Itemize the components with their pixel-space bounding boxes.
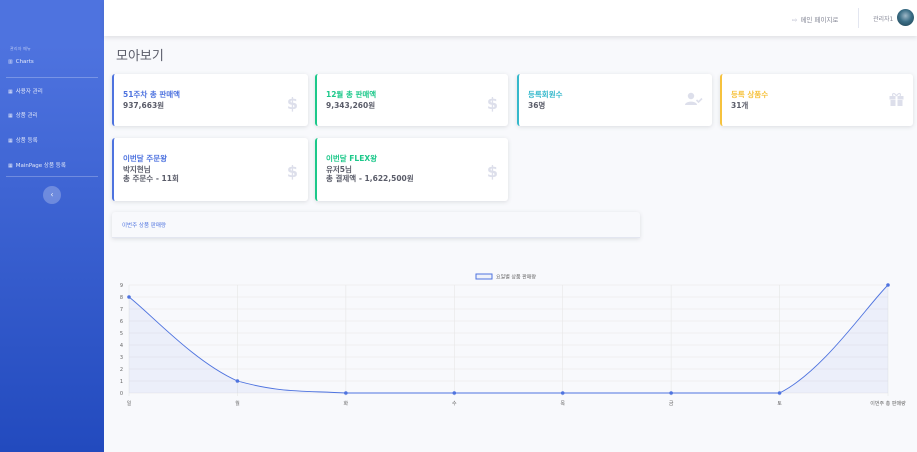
sidebar-item-product-register[interactable]: ▦ 상품 등록 [8, 136, 38, 144]
sidebar-item-label: Charts [15, 59, 34, 65]
table-icon: ▦ [8, 163, 13, 169]
card-value: 9,343,260원 [326, 101, 376, 110]
x-tick-label: 수 [452, 401, 457, 407]
data-point [777, 391, 782, 395]
main-page-link[interactable]: ⇨ 메인 페이지로 [792, 14, 838, 24]
card-label: 12월 총 판매액 [326, 90, 377, 99]
card-label: 51주차 총 판매액 [123, 90, 181, 99]
card-value: 박지현님 총 주문수 - 11회 [123, 165, 179, 183]
legend-label: 요일별 상품 판매량 [496, 274, 536, 281]
dollar-icon: $ [286, 94, 298, 113]
card-label: 이번달 주문왕 [123, 154, 168, 163]
dollar-icon: $ [486, 94, 498, 113]
sidebar-item-mainpage-register[interactable]: ▦ MainPage 상품 등록 [8, 161, 66, 169]
data-point [344, 391, 348, 395]
section-title: 이번주 상품 판매량 [122, 223, 166, 229]
chevron-left-icon: ‹ [50, 190, 54, 199]
y-tick-label: 8 [120, 295, 123, 301]
main-page-link-label: 메인 페이지로 [800, 16, 839, 24]
sidebar-heading: 관리자 메뉴 [10, 46, 31, 51]
sign-out-icon: ⇨ [792, 16, 798, 24]
x-tick-label: 일 [127, 400, 132, 407]
card-product-count: 등록 상품수 31개 [720, 74, 913, 126]
card-value: 31개 [731, 101, 749, 110]
avatar[interactable] [897, 9, 914, 26]
sidebar-item-label: 상품 등록 [15, 138, 38, 144]
sidebar-item-label: 사용자 관리 [15, 89, 43, 95]
y-tick-label: 1 [120, 379, 123, 385]
x-tick-label: 목 [560, 401, 565, 407]
x-tick-label: 월 [235, 400, 240, 407]
x-tick-label: 금 [669, 401, 674, 407]
data-point [669, 391, 673, 395]
gift-icon [889, 92, 904, 106]
card-monthly-sales: 12월 총 판매액 9,343,260원 $ [315, 74, 508, 126]
card-value: 유저5님 총 결제액 - 1,622,500원 [326, 165, 414, 183]
user-check-icon [685, 92, 703, 105]
dollar-icon: $ [286, 162, 298, 181]
card-top-spender: 이번달 FLEX왕 유저5님 총 결제액 - 1,622,500원 $ [315, 138, 508, 201]
line-chart: 0 1 2 3 4 5 6 7 8 9 일 월 화 수 목 금 토 이번주 총 판매량 요일별 상품 판매량 [120, 273, 906, 407]
sidebar-item-products[interactable]: ▦ 상품 관리 [8, 111, 38, 119]
x-tick-label: 이번주 총 판매량 [870, 400, 906, 407]
data-point [560, 391, 565, 395]
sidebar-item-label: 상품 관리 [15, 113, 38, 119]
topbar: ⇨ 메인 페이지로 관리자1 [104, 0, 917, 36]
card-weekly-sales: 51주차 총 판매액 937,663원 $ [112, 74, 308, 126]
card-value: 36명 [528, 101, 546, 110]
card-top-orderer: 이번달 주문왕 박지현님 총 주문수 - 11회 $ [112, 138, 308, 201]
data-point [235, 379, 240, 383]
sidebar-item-users[interactable]: ▦ 사용자 관리 [8, 87, 43, 95]
topbar-divider [858, 8, 859, 28]
series-line [128, 284, 889, 394]
series-area [129, 285, 888, 393]
y-tick-label: 3 [120, 355, 123, 361]
y-tick-label: 2 [120, 367, 123, 373]
card-label: 등록회원수 [528, 90, 563, 99]
y-tick-label: 6 [120, 319, 123, 325]
y-tick-label: 0 [120, 391, 123, 397]
sidebar: 관리자 메뉴 ▥ Charts ▦ 사용자 관리 ▦ 상품 관리 ▦ 상품 등록 ▦ Ma… [0, 0, 104, 452]
section-header: 이번주 상품 판매량 [112, 212, 640, 238]
sidebar-item-charts[interactable]: ▥ Charts [8, 59, 34, 65]
y-tick-label: 9 [120, 283, 123, 289]
data-point [886, 283, 890, 287]
page-title: 모아보기 [116, 49, 164, 64]
chart-icon: ▥ [8, 59, 13, 65]
sidebar-toggle-button[interactable]: ‹ [43, 186, 61, 204]
card-label: 이번달 FLEX왕 [326, 154, 378, 163]
dollar-icon: $ [486, 162, 498, 181]
sidebar-divider [6, 176, 98, 177]
table-icon: ▦ [8, 138, 13, 144]
card-value: 937,663원 [123, 101, 165, 110]
user-name[interactable]: 관리자1 [873, 14, 893, 23]
y-tick-label: 7 [120, 307, 123, 313]
data-point [452, 391, 457, 395]
card-label: 등록 상품수 [731, 90, 769, 99]
x-tick-label: 화 [344, 401, 349, 407]
sidebar-divider [6, 77, 98, 78]
data-point [127, 295, 131, 299]
y-tick-label: 4 [120, 343, 123, 349]
legend-swatch [475, 273, 493, 280]
card-member-count: 등록회원수 36명 [517, 74, 712, 126]
table-icon: ▦ [8, 89, 13, 95]
sidebar-item-label: MainPage 상품 등록 [15, 163, 66, 169]
y-tick-label: 5 [120, 331, 123, 337]
table-icon: ▦ [8, 113, 13, 119]
x-tick-label: 토 [777, 401, 782, 407]
